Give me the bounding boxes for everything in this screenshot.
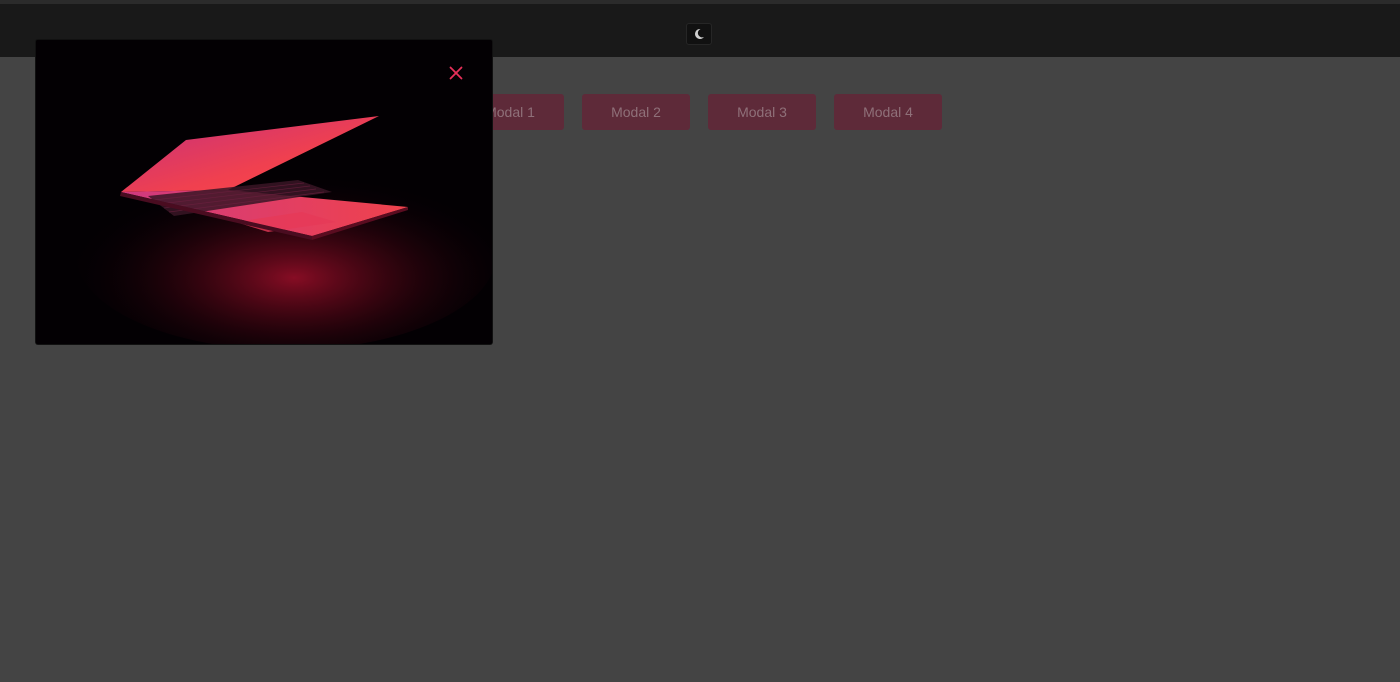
laptop-image: [36, 40, 492, 344]
close-modal-button[interactable]: [445, 62, 467, 84]
moon-icon: [695, 28, 704, 39]
modal-2-button[interactable]: Modal 2: [582, 94, 690, 130]
image-modal: [36, 40, 492, 344]
close-icon: [449, 66, 463, 80]
modal-4-button[interactable]: Modal 4: [834, 94, 942, 130]
modal-3-button[interactable]: Modal 3: [708, 94, 816, 130]
modal-button-row: Modal 1 Modal 2 Modal 3 Modal 4: [456, 94, 942, 130]
theme-toggle-button[interactable]: [686, 23, 712, 45]
